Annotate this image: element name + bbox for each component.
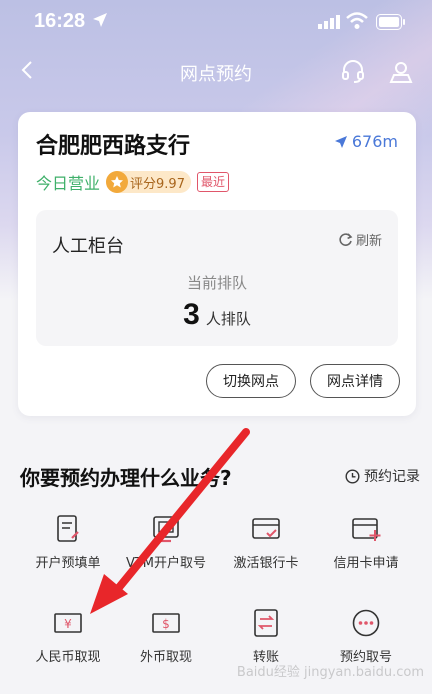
headset-icon[interactable] <box>340 58 366 84</box>
location-arrow-icon <box>93 13 107 27</box>
service-foreign-withdraw[interactable]: $ 外币取现 <box>112 608 220 668</box>
service-credit-card-apply[interactable]: 信用卡申请 <box>312 514 420 574</box>
queue-count-row: 3 人排队 <box>36 298 398 332</box>
battery-icon <box>376 14 405 30</box>
services-title: 你要预约办理什么业务? <box>20 466 232 490</box>
more-dots-icon <box>352 609 380 637</box>
card-plus-icon <box>352 518 381 541</box>
switch-branch-button[interactable]: 切换网点 <box>206 364 296 398</box>
card-check-icon <box>252 518 280 539</box>
service-activate-card[interactable]: 激活银行卡 <box>212 514 320 574</box>
branch-name: 合肥肥西路支行 <box>36 134 191 159</box>
recent-badge: 最近 <box>196 172 229 192</box>
watermark: Baidu经验 jingyan.baidu.com <box>236 665 424 680</box>
refresh-icon <box>339 232 353 246</box>
branch-detail-button[interactable]: 网点详情 <box>310 364 400 398</box>
rmb-note-icon: ¥ <box>54 613 82 633</box>
clock-icon <box>345 468 360 484</box>
distance-value: 676m <box>351 132 398 151</box>
queue-unit: 人排队 <box>205 310 251 328</box>
rating-badge: 评分9.97 <box>106 171 191 193</box>
open-status: 今日营业 <box>36 174 101 193</box>
status-time: 16:28 <box>34 10 86 32</box>
form-edit-icon <box>57 515 79 542</box>
service-open-account-form[interactable]: 开户预填单 <box>14 514 122 574</box>
service-vtm-number[interactable]: VTM开户取号 <box>112 514 220 574</box>
queue-panel: 人工柜台 刷新 当前排队 3 人排队 <box>36 210 398 346</box>
service-label: 信用卡申请 <box>333 556 399 571</box>
branch-distance[interactable]: 676m <box>334 132 398 151</box>
booking-history-label: 预约记录 <box>364 469 420 485</box>
status-bar: 16:28 <box>0 0 432 44</box>
service-label: 激活银行卡 <box>233 556 299 571</box>
service-label: 外币取现 <box>139 650 192 665</box>
star-icon <box>106 171 129 193</box>
page-title: 网点预约 <box>180 64 252 85</box>
refresh-button[interactable]: 刷新 <box>339 230 382 249</box>
queue-title: 人工柜台 <box>52 236 124 257</box>
queue-label: 当前排队 <box>186 274 247 292</box>
svg-text:¥: ¥ <box>64 617 72 631</box>
service-transfer[interactable]: 转账 <box>212 608 320 668</box>
navbar: 网点预约 <box>0 48 432 92</box>
svg-text:$: $ <box>162 617 170 631</box>
branch-card: 合肥肥西路支行 676m 今日营业 评分9.97 最近 人工柜台 刷新 当前排队… <box>18 112 416 416</box>
service-label: 人民币取现 <box>35 650 101 665</box>
signal-icon <box>318 15 340 29</box>
service-label: VTM开户取号 <box>125 556 207 571</box>
branch-status-row: 今日营业 评分9.97 最近 <box>36 170 229 194</box>
profile-icon[interactable] <box>388 58 414 84</box>
foreign-currency-icon: $ <box>152 613 180 633</box>
queue-count: 3 <box>183 298 200 331</box>
navigate-arrow-icon <box>334 135 347 148</box>
refresh-label: 刷新 <box>355 234 382 249</box>
service-label: 开户预填单 <box>35 556 101 571</box>
vtm-screen-icon <box>153 516 179 543</box>
rating-value: 评分9.97 <box>130 176 185 192</box>
transfer-icon <box>254 609 278 637</box>
booking-history-button[interactable]: 预约记录 <box>345 466 420 486</box>
service-rmb-withdraw[interactable]: ¥ 人民币取现 <box>14 608 122 668</box>
wifi-icon <box>346 12 368 29</box>
service-book-number[interactable]: 预约取号 <box>312 608 420 668</box>
